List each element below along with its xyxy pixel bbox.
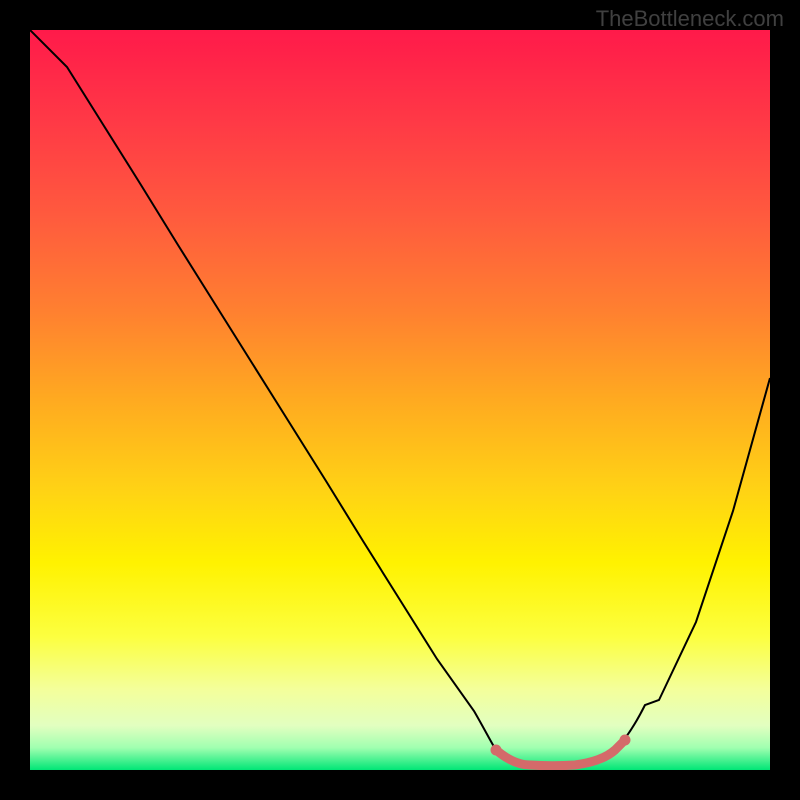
optimal-start-dot (491, 745, 502, 756)
chart-container (30, 30, 770, 770)
watermark-text: TheBottleneck.com (596, 6, 784, 32)
optimal-zone-marker (496, 740, 625, 766)
curve-path (30, 30, 770, 766)
bottleneck-curve (30, 30, 770, 770)
optimal-end-dot (620, 735, 631, 746)
